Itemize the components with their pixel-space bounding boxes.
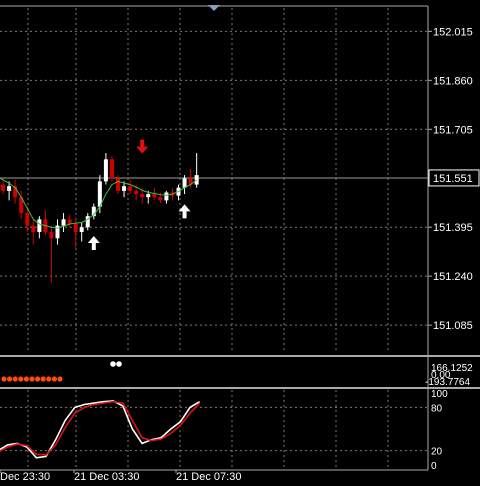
indicator-dot [35, 376, 41, 382]
chart-canvas: 152.015 151.860 151.705 151.395 151.240 151.0… [0, 5, 480, 483]
bear-candle [134, 190, 139, 195]
indicator-marker [110, 361, 116, 367]
bull-candle [79, 227, 84, 232]
current-price-label: 151.551 [433, 173, 473, 185]
indicator-dot [40, 376, 46, 382]
oscillator-tick-label: 0 [431, 461, 437, 472]
bull-candle [37, 219, 42, 232]
bear-candle [49, 231, 54, 239]
bear-candle [25, 213, 30, 226]
bear-candle [31, 225, 36, 232]
bull-candle [146, 194, 151, 198]
buy-arrow-icon [87, 236, 100, 251]
price-tick-label: 151.395 [433, 222, 473, 234]
oscillator-tick-label: 80 [431, 403, 443, 414]
bear-candle [1, 184, 6, 191]
price-tick-label: 152.015 [433, 26, 473, 38]
buy-arrow-icon [178, 204, 191, 219]
bear-candle [140, 194, 145, 198]
bear-candle [73, 224, 78, 232]
bear-candle [109, 159, 114, 179]
indicator-dot [1, 376, 7, 382]
bull-candle [122, 186, 127, 191]
oscillator-tick-label: 20 [431, 447, 443, 458]
indicator-dot [46, 376, 52, 382]
bear-candle [158, 197, 163, 201]
sell-arrow-icon [136, 139, 149, 154]
bear-candle [116, 178, 120, 191]
indicator-dot [18, 376, 24, 382]
time-tick-label: Dec 23:30 [0, 471, 50, 483]
indicator-dot [12, 376, 18, 382]
price-tick-label: 151.705 [433, 124, 473, 136]
oscillator-tick-label: 100 [431, 389, 448, 400]
bull-candle [103, 159, 108, 182]
indicator-dot [51, 376, 58, 382]
price-tick-label: 151.085 [433, 320, 473, 332]
indicator-dot [29, 376, 35, 382]
indicator-dot [7, 376, 13, 382]
scroll-marker-icon[interactable] [208, 5, 220, 11]
time-tick-label: 21 Dec 03:30 [74, 471, 139, 483]
bull-candle [182, 178, 187, 188]
indicator-dot [57, 376, 63, 382]
bull-candle [7, 186, 12, 191]
trading-chart: 152.015 151.860 151.705 151.395 151.240 151.0… [0, 0, 480, 486]
bull-candle [61, 219, 66, 226]
bear-candle [128, 186, 133, 191]
bull-candle [164, 192, 169, 201]
price-tick-label: 151.240 [433, 271, 473, 283]
time-tick-label: 21 Dec 07:30 [176, 471, 241, 483]
bear-candle [152, 194, 157, 198]
oscillator-signal-line [0, 400, 201, 456]
indicator-marker [116, 361, 122, 367]
indicator-dot [23, 376, 29, 382]
price-tick-label: 151.860 [433, 75, 473, 87]
indicator-min-label: -193.7764 [425, 377, 470, 388]
